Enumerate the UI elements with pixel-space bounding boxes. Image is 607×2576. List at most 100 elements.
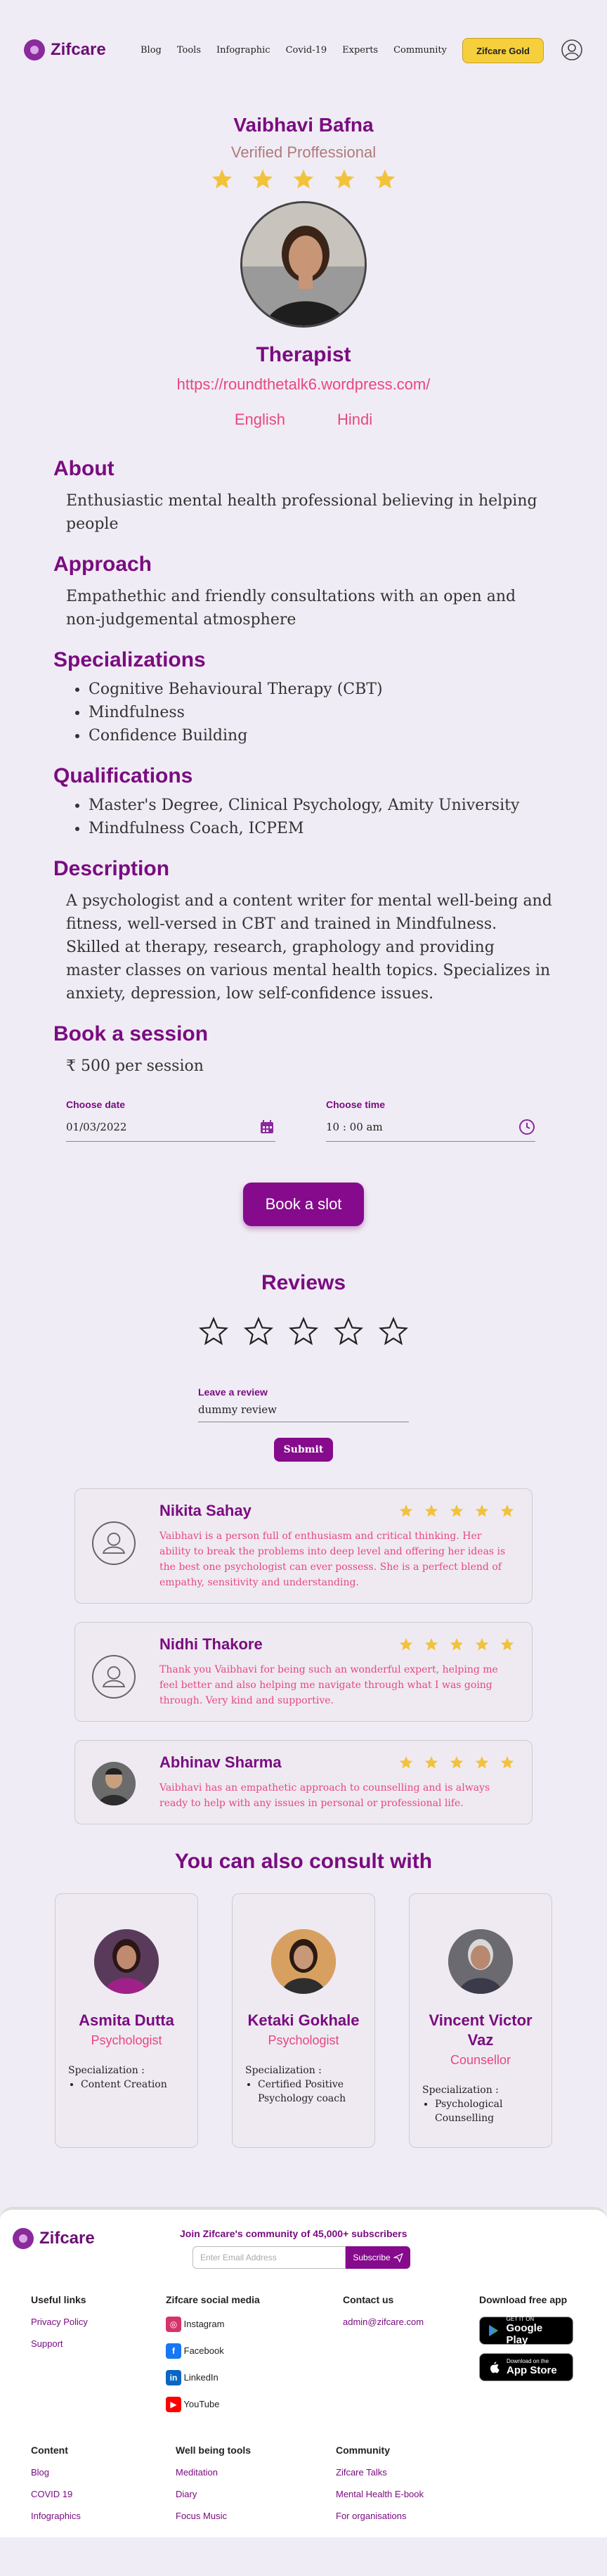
brand-name: Zifcare xyxy=(51,40,106,59)
verified-label: Verified Proffessional xyxy=(230,143,377,161)
star-filled-icon xyxy=(252,169,273,189)
list-item: Psychological Counselling xyxy=(435,2097,539,2125)
date-value: 01/03/2022 xyxy=(66,1121,127,1133)
app-store-label: App Store xyxy=(507,2364,557,2376)
review-input[interactable]: dummy review xyxy=(198,1398,409,1422)
nav-link-infographic[interactable]: Infographic xyxy=(216,45,270,56)
expert-avatar xyxy=(240,201,367,328)
expert-card-avatar xyxy=(94,1929,159,1994)
list-item: Confidence Building xyxy=(89,724,554,747)
review-text: Thank you Vaibhavi for being such an won… xyxy=(159,1664,498,1706)
star-outline-icon[interactable] xyxy=(243,1316,274,1347)
review-text: Vaibhavi has an empathetic approach to c… xyxy=(159,1782,490,1809)
instagram-link[interactable]: ◎ Instagram xyxy=(166,2317,260,2332)
subscribe-button[interactable]: Subscribe xyxy=(346,2246,410,2269)
brand-logo[interactable]: Zifcare xyxy=(24,39,106,60)
review-card: Nidhi Thakore Thank you Vaibhavi for bei… xyxy=(74,1622,533,1722)
star-filled-icon xyxy=(399,1756,413,1769)
star-outline-icon[interactable] xyxy=(288,1316,319,1347)
review-rating xyxy=(398,1637,515,1652)
privacy-policy-link[interactable]: Privacy Policy xyxy=(31,2317,88,2327)
organisations-link[interactable]: For organisations xyxy=(336,2511,424,2521)
focus-music-link[interactable]: Focus Music xyxy=(176,2511,251,2521)
instagram-icon: ◎ xyxy=(166,2317,181,2332)
footer-logo[interactable]: Zifcare xyxy=(13,2228,95,2249)
time-input[interactable]: 10 : 00 am xyxy=(326,1114,535,1142)
google-play-badge[interactable]: GET IT ON Google Play xyxy=(479,2315,573,2346)
expert-card-role: Counsellor xyxy=(450,2053,511,2067)
support-link[interactable]: Support xyxy=(31,2338,88,2349)
description-text: A psychologist and a content writer for … xyxy=(66,892,552,1003)
download-title: Download free app xyxy=(479,2294,568,2305)
linkedin-link[interactable]: in LinkedIn xyxy=(166,2370,260,2385)
ebook-link[interactable]: Mental Health E-book xyxy=(336,2489,424,2499)
contact-email-link[interactable]: admin@zifcare.com xyxy=(343,2317,424,2327)
footer-covid-link[interactable]: COVID 19 xyxy=(31,2489,81,2499)
zifcare-gold-button[interactable]: Zifcare Gold xyxy=(462,38,544,63)
facebook-link[interactable]: f Facebook xyxy=(166,2343,260,2359)
linkedin-label: LinkedIn xyxy=(183,2372,218,2383)
expert-card[interactable]: Ketaki Gokhale Psychologist Specializati… xyxy=(232,1893,375,2148)
footer-infographics-link[interactable]: Infographics xyxy=(31,2511,81,2521)
nav-link-tools[interactable]: Tools xyxy=(177,45,201,56)
review-text: Vaibhavi is a person full of enthusiasm … xyxy=(159,1531,506,1588)
star-outline-icon[interactable] xyxy=(333,1316,364,1347)
diary-link[interactable]: Diary xyxy=(176,2489,251,2499)
star-filled-icon xyxy=(211,169,233,189)
specializations-heading: Specializations xyxy=(53,648,206,671)
date-input[interactable]: 01/03/2022 xyxy=(66,1114,275,1142)
newsletter-email-input[interactable]: Enter Email Address xyxy=(192,2246,346,2269)
expert-card-name: Ketaki Gokhale xyxy=(247,2011,360,2029)
footer-blog-link[interactable]: Blog xyxy=(31,2467,81,2478)
about-heading: About xyxy=(53,457,115,480)
tools-title: Well being tools xyxy=(176,2445,252,2456)
list-item: Mindfulness xyxy=(89,701,554,724)
calendar-icon[interactable] xyxy=(259,1119,275,1135)
contact-section: Contact us admin@zifcare.com xyxy=(343,2294,424,2338)
star-filled-icon xyxy=(500,1637,514,1651)
user-account-icon[interactable] xyxy=(561,39,583,61)
zifcare-talks-link[interactable]: Zifcare Talks xyxy=(336,2467,424,2478)
approach-heading: Approach xyxy=(53,553,152,576)
review-form: Leave a review dummy review xyxy=(198,1386,409,1422)
star-filled-icon xyxy=(399,1504,413,1517)
nav-link-community[interactable]: Community xyxy=(393,45,447,56)
star-filled-icon xyxy=(475,1637,489,1651)
facebook-label: Facebook xyxy=(183,2345,224,2356)
book-slot-button[interactable]: Book a slot xyxy=(243,1183,364,1226)
nav-link-covid[interactable]: Covid-19 xyxy=(286,45,327,56)
star-outline-icon[interactable] xyxy=(378,1316,409,1347)
expert-card-role: Psychologist xyxy=(91,2033,162,2047)
expert-card[interactable]: Asmita Dutta Psychologist Specialization… xyxy=(55,1893,198,2148)
review-rating xyxy=(398,1755,515,1770)
newsletter-heading: Join Zifcare's community of 45,000+ subs… xyxy=(180,2228,407,2239)
youtube-link[interactable]: ▶ YouTube xyxy=(166,2397,260,2412)
about-text: Enthusiastic mental health professional … xyxy=(66,492,537,533)
profile-header: Vaibhavi Bafna Verified Proffessional Th… xyxy=(0,114,607,429)
expert-website-link[interactable]: https://roundthetalk6.wordpress.com/ xyxy=(0,375,607,394)
consult-heading: You can also consult with xyxy=(174,1850,433,1873)
google-small-label: GET IT ON xyxy=(506,2315,535,2322)
expert-card-role: Psychologist xyxy=(268,2033,339,2047)
default-avatar-icon xyxy=(92,1655,136,1699)
star-outline-icon[interactable] xyxy=(198,1316,229,1347)
meditation-link[interactable]: Meditation xyxy=(176,2467,251,2478)
language-hindi: Hindi xyxy=(337,411,373,428)
facebook-icon: f xyxy=(166,2343,181,2359)
date-label: Choose date xyxy=(66,1099,126,1110)
expert-card[interactable]: Vincent Victor Vaz Counsellor Specializa… xyxy=(409,1893,552,2148)
clock-icon[interactable] xyxy=(518,1119,535,1135)
list-item: Certified Positive Psychology coach xyxy=(258,2078,362,2106)
specialization-label: Specialization : xyxy=(422,2085,499,2096)
qualifications-heading: Qualifications xyxy=(53,764,193,787)
specializations-list: Cognitive Behavioural Therapy (CBT) Mind… xyxy=(89,678,554,747)
default-avatar-icon xyxy=(92,1521,136,1565)
app-store-badge[interactable]: Download on the App Store xyxy=(479,2353,573,2381)
price-text: ₹ 500 per session xyxy=(66,1057,204,1075)
expert-role: Therapist xyxy=(256,343,351,366)
top-nav: Zifcare Blog Tools Infographic Covid-19 … xyxy=(0,0,607,103)
submit-review-button[interactable]: Submit xyxy=(274,1438,333,1462)
nav-link-experts[interactable]: Experts xyxy=(342,45,378,56)
nav-link-blog[interactable]: Blog xyxy=(141,45,162,56)
tools-links: Well being tools Meditation Diary Focus … xyxy=(176,2445,251,2532)
